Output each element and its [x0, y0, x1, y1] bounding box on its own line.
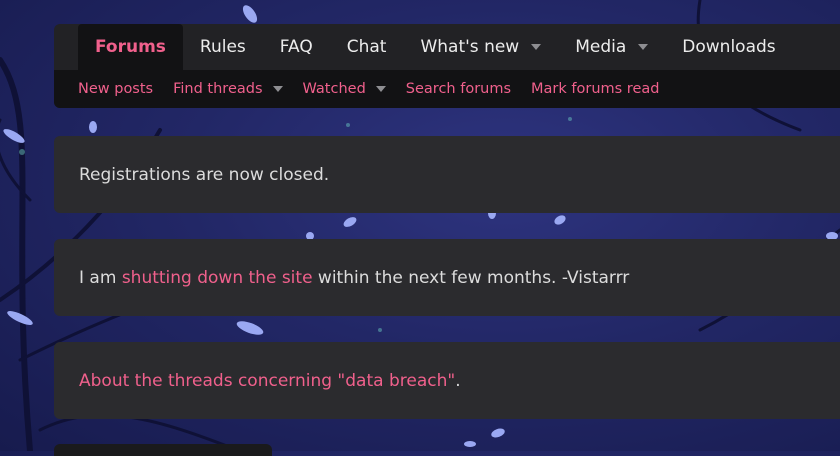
notice-registration-text: Registrations are now closed.: [79, 164, 330, 185]
chevron-down-icon[interactable]: [531, 44, 542, 50]
notice-registrations-closed: Registrations are now closed.: [54, 136, 840, 213]
watched-link[interactable]: Watched: [303, 81, 386, 97]
tab-media-label: Media: [575, 37, 627, 57]
tab-forums[interactable]: Forums: [78, 24, 183, 70]
tab-whats-new[interactable]: What's new: [403, 24, 558, 70]
tab-downloads[interactable]: Downloads: [665, 24, 792, 70]
notice-shutdown-suffix: within the next few months. -Vistarrr: [312, 267, 630, 288]
tab-faq-label: FAQ: [279, 37, 313, 57]
tab-downloads-label: Downloads: [682, 37, 776, 57]
chevron-down-icon[interactable]: [638, 44, 649, 50]
new-posts-link[interactable]: New posts: [78, 81, 153, 97]
watched-label: Watched: [302, 81, 366, 97]
notice-breach-suffix: .: [455, 370, 461, 391]
tab-media[interactable]: Media: [558, 24, 665, 70]
content-block-edge: [54, 444, 272, 456]
tab-chat-label: Chat: [346, 37, 387, 57]
new-posts-label: New posts: [78, 81, 154, 97]
tab-forums-label: Forums: [95, 37, 166, 57]
find-threads-label: Find threads: [173, 81, 263, 97]
notice-site-shutdown: I am shutting down the site within the n…: [54, 239, 840, 316]
data-breach-link[interactable]: About the threads concerning "data breac…: [79, 371, 455, 391]
notice-shutdown-prefix: I am: [79, 267, 122, 288]
tab-rules-label: Rules: [199, 37, 246, 57]
main-navigation: Forums Rules FAQ Chat What's new Media D…: [54, 24, 840, 108]
tab-faq[interactable]: FAQ: [263, 24, 330, 70]
tab-rules[interactable]: Rules: [183, 24, 263, 70]
nav-tabs: Forums Rules FAQ Chat What's new Media D…: [54, 24, 840, 70]
notice-data-breach: About the threads concerning "data breac…: [54, 342, 840, 419]
mark-forums-read-link[interactable]: Mark forums read: [531, 81, 659, 97]
mark-forums-read-label: Mark forums read: [531, 81, 660, 97]
search-forums-label: Search forums: [405, 81, 512, 97]
search-forums-link[interactable]: Search forums: [406, 81, 511, 97]
tab-chat[interactable]: Chat: [330, 24, 404, 70]
chevron-down-icon[interactable]: [272, 86, 283, 92]
shutdown-link[interactable]: shutting down the site: [122, 268, 313, 288]
find-threads-link[interactable]: Find threads: [173, 81, 283, 97]
chevron-down-icon[interactable]: [375, 86, 386, 92]
sub-navigation: New posts Find threads Watched Search fo…: [54, 70, 840, 108]
tab-whats-new-label: What's new: [420, 37, 520, 57]
